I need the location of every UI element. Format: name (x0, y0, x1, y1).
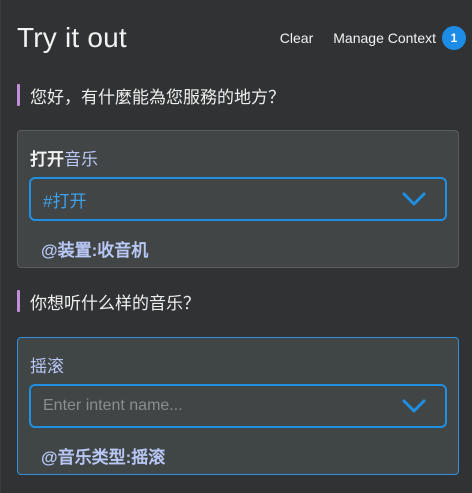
bot-utterance: 你想听什么样的音乐？ (17, 290, 200, 313)
page-title: Try it out (17, 22, 127, 53)
intent-value: #打开 (43, 191, 87, 211)
chevron-down-icon[interactable] (401, 398, 427, 414)
utterance-text: 你想听什么样的音乐？ (30, 293, 200, 313)
try-it-out-panel: Try it out Clear Manage Context 1 您好，有什麼… (0, 0, 472, 493)
entity-tag[interactable]: @装置:收音机 (41, 236, 148, 261)
utterance-marker (17, 290, 20, 312)
user-input-card: 打开音乐 #打开 @装置:收音机 (17, 130, 459, 268)
user-text-plain: 打开 (30, 150, 64, 169)
user-text-entity[interactable]: 音乐 (64, 150, 98, 169)
user-text-entity[interactable]: 摇滚 (30, 357, 64, 376)
intent-select[interactable]: #打开 (29, 177, 447, 221)
user-input-text: 摇滚 (30, 352, 64, 377)
clear-button[interactable]: Clear (280, 30, 313, 46)
intent-name-input[interactable] (43, 397, 383, 415)
header-actions: Clear Manage Context 1 (280, 26, 466, 50)
bot-utterance: 您好，有什麼能為您服務的地方？ (17, 84, 285, 107)
user-input-card-active: 摇滚 @音乐类型:摇滚 (17, 337, 459, 475)
user-input-text: 打开音乐 (30, 145, 98, 170)
manage-context-button[interactable]: Manage Context 1 (333, 26, 466, 50)
entity-tag[interactable]: @音乐类型:摇滚 (41, 443, 165, 468)
utterance-text: 您好，有什麼能為您服務的地方？ (30, 87, 285, 107)
context-count-badge: 1 (442, 26, 466, 50)
chevron-down-icon[interactable] (401, 191, 427, 207)
manage-context-label: Manage Context (333, 30, 436, 46)
intent-input-box[interactable] (29, 384, 447, 428)
utterance-marker (17, 84, 20, 106)
